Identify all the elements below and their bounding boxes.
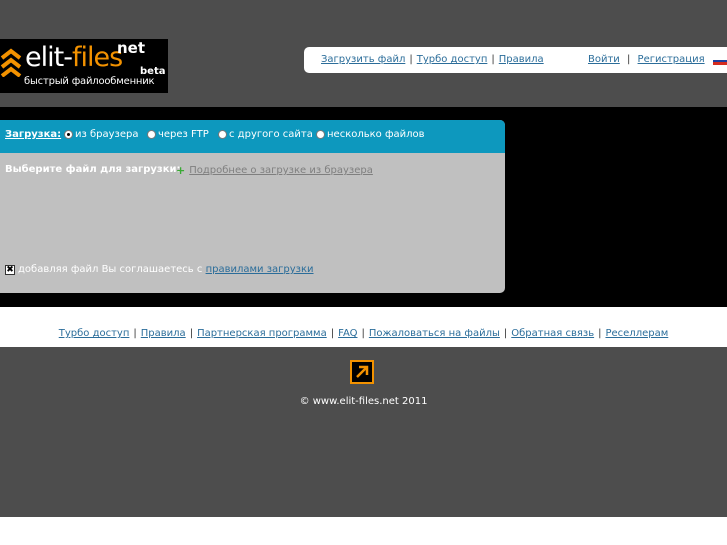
radio-browser-icon bbox=[64, 130, 73, 139]
nav-upload-file[interactable]: Загрузить файл bbox=[321, 54, 405, 65]
agree-checkbox[interactable]: ✖ bbox=[5, 264, 15, 275]
logo-tagline: быстрый файлообменник bbox=[24, 76, 155, 87]
radio-ftp[interactable]: через FTP bbox=[147, 129, 209, 140]
radio-multiple-icon bbox=[316, 130, 325, 139]
more-info[interactable]: + Подробнее о загрузке из браузера bbox=[176, 164, 373, 177]
footer-links: Турбо доступ | Правила | Партнерская програм… bbox=[0, 320, 727, 347]
logo-net: net bbox=[117, 39, 146, 57]
site-logo[interactable]: elit-files net beta быстрый файлообменни… bbox=[0, 39, 168, 93]
chevron-up-logo-icon bbox=[0, 48, 22, 77]
top-header: elit-files net beta быстрый файлообменни… bbox=[0, 0, 727, 107]
upload-panel-header: Загрузка: из браузера через FTP с другог… bbox=[0, 120, 505, 153]
top-nav: Загрузить файл | Турбо доступ | Правила Войт… bbox=[304, 47, 727, 73]
more-info-link[interactable]: Подробнее о загрузке из браузера bbox=[189, 165, 373, 176]
radio-multiple-files[interactable]: несколько файлов bbox=[316, 129, 425, 140]
radio-browser[interactable]: из браузера bbox=[64, 129, 139, 140]
copyright: © www.elit-files.net 2011 bbox=[299, 396, 428, 407]
russian-flag-icon[interactable] bbox=[713, 57, 727, 65]
plus-icon: + bbox=[176, 164, 186, 177]
nav-register[interactable]: Регистрация bbox=[638, 54, 705, 65]
upload-panel: Загрузка: из браузера через FTP с другог… bbox=[0, 120, 505, 293]
nav-turbo-access[interactable]: Турбо доступ bbox=[417, 54, 488, 65]
upload-rules-link[interactable]: правилами загрузки bbox=[206, 264, 314, 275]
footer-partner[interactable]: Партнерская программа bbox=[197, 328, 327, 339]
footer-resellers[interactable]: Реселлерам bbox=[605, 328, 668, 339]
arrow-up-right-icon[interactable] bbox=[350, 360, 374, 384]
radio-other-site[interactable]: с другого сайта bbox=[218, 129, 313, 140]
footer-rules[interactable]: Правила bbox=[141, 328, 186, 339]
footer-turbo-access[interactable]: Турбо доступ bbox=[59, 328, 130, 339]
footer-feedback[interactable]: Обратная связь bbox=[511, 328, 594, 339]
footer: © www.elit-files.net 2011 bbox=[0, 347, 727, 517]
choose-file-label: Выберите файл для загрузки: bbox=[5, 164, 181, 175]
radio-other-site-icon bbox=[218, 130, 227, 139]
upload-label: Загрузка: bbox=[5, 129, 62, 140]
footer-report[interactable]: Пожаловаться на файлы bbox=[369, 328, 500, 339]
nav-rules[interactable]: Правила bbox=[499, 54, 544, 65]
radio-ftp-icon bbox=[147, 130, 156, 139]
nav-login[interactable]: Войти bbox=[588, 54, 620, 65]
logo-name: elit-files bbox=[25, 42, 123, 73]
agree-text: добавляя файл Вы соглашаетесь с bbox=[18, 264, 203, 275]
footer-faq[interactable]: FAQ bbox=[338, 328, 357, 339]
agree-row: ✖ добавляя файл Вы соглашаетесь с правил… bbox=[5, 264, 314, 275]
